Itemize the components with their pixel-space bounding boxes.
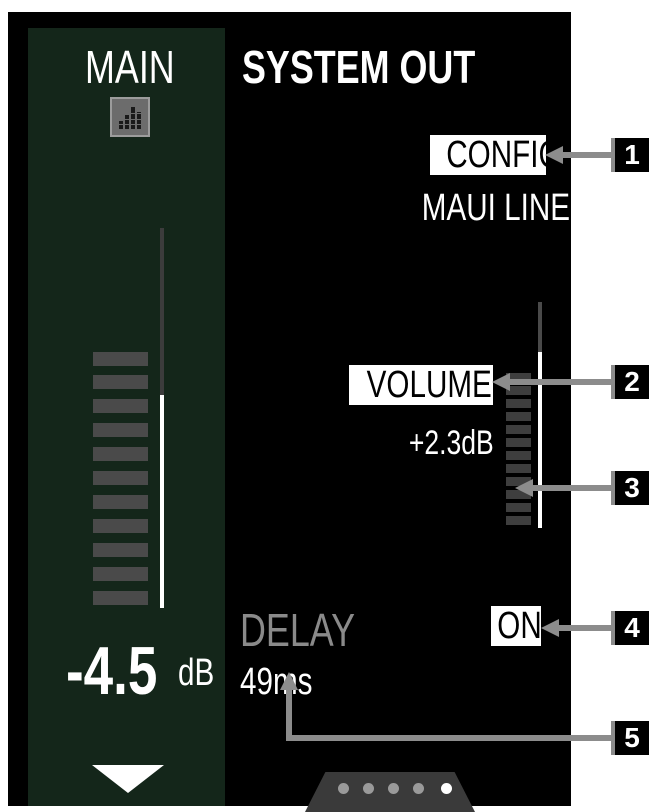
page-dot-5[interactable] [441,783,452,794]
main-level-value: -4.5 [66,633,158,709]
main-fader-fill [160,395,164,608]
config-label[interactable]: CONFIG [430,135,546,175]
callout-marker-1: 1 [611,138,649,172]
status-on-label[interactable]: ON [491,606,541,646]
volume-label[interactable]: VOLUME [349,365,493,405]
page-dot-2[interactable] [363,783,374,794]
system-out-title: SYSTEM OUT [242,41,476,93]
main-title: MAIN [85,41,175,93]
callout-marker-2: 2 [611,365,649,399]
callout-marker-3: 3 [611,471,649,505]
config-value: MAUI LINE [421,187,571,229]
triangle-down-icon[interactable] [92,765,164,793]
delay-value[interactable]: 49ms [240,662,360,702]
delay-label: DELAY [240,604,356,656]
eq-bars-icon[interactable] [110,97,150,137]
volume-value: +2.3dB [409,424,494,462]
callout-marker-5: 5 [611,721,649,755]
page-dot-1[interactable] [338,783,349,794]
page-dot-4[interactable] [413,783,424,794]
main-level-unit: dB [178,652,215,694]
callout-marker-4: 4 [611,611,649,645]
page-dot-3[interactable] [388,783,399,794]
volume-fader-fill [538,352,542,528]
